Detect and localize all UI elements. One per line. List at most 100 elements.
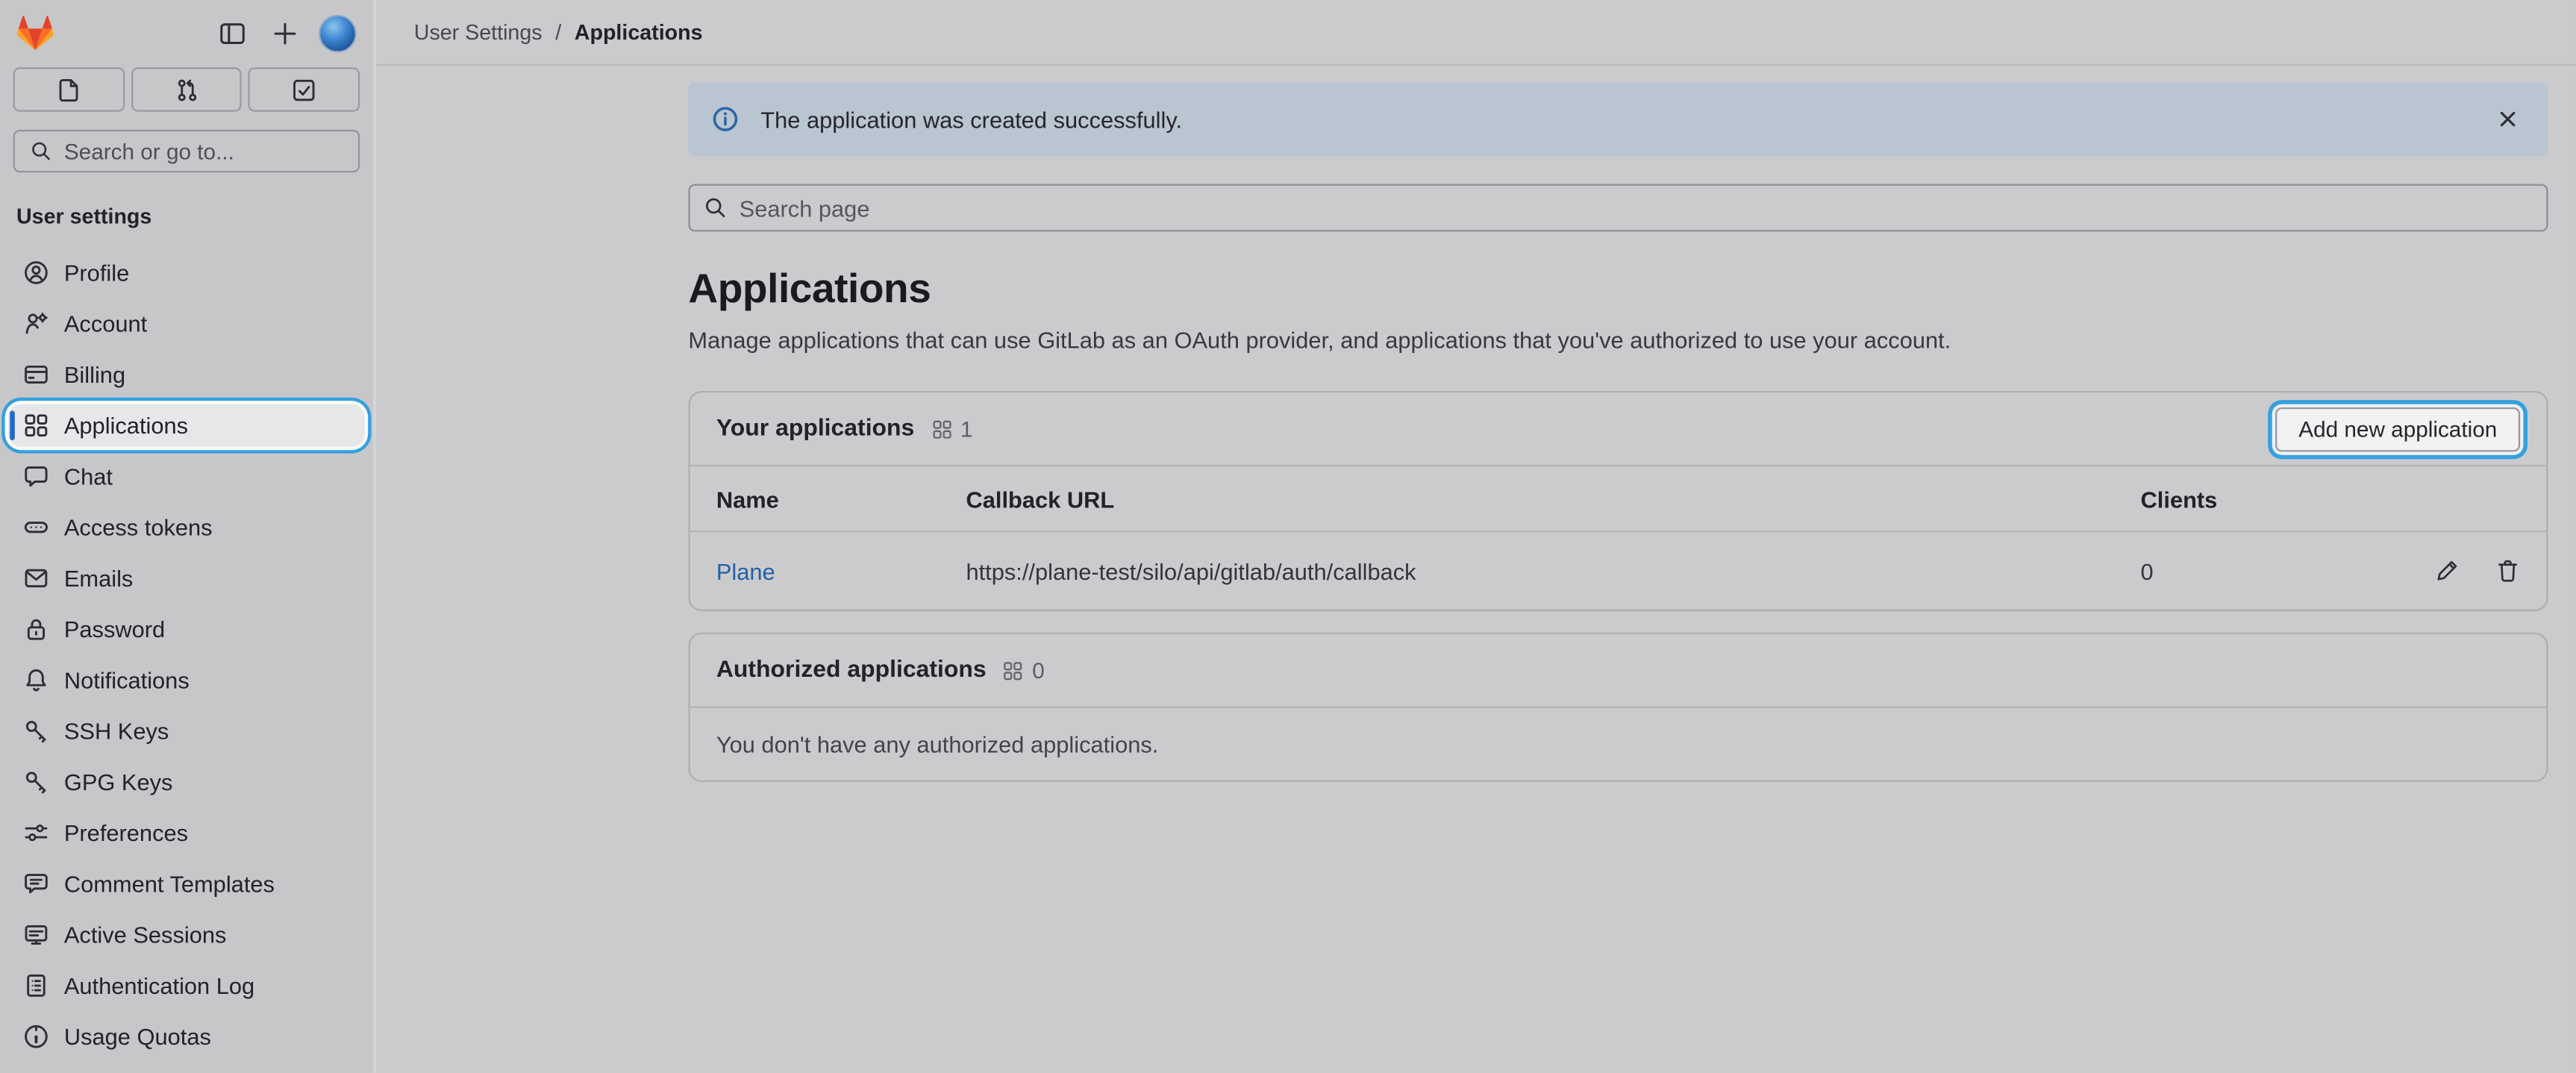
sidebar-item-applications[interactable]: Applications xyxy=(8,404,365,447)
sidebar-item-ssh-keys[interactable]: SSH Keys xyxy=(8,710,365,752)
authorized-applications-count-group: 0 xyxy=(1003,658,1045,683)
authorized-applications-empty-message: You don't have any authorized applicatio… xyxy=(690,707,2547,780)
sidebar-item-emails[interactable]: Emails xyxy=(8,557,365,599)
sidebar-item-preferences[interactable]: Preferences xyxy=(8,812,365,854)
access-tokens-icon xyxy=(23,514,49,540)
sidebar: Search or go to... User settings Profile… xyxy=(0,0,376,1073)
close-icon xyxy=(2495,107,2520,131)
todo-list-shortcut-button[interactable] xyxy=(248,67,360,111)
sidebar-item-active-sessions[interactable]: Active Sessions xyxy=(8,913,365,956)
usage-quotas-gauge-icon xyxy=(23,1024,49,1050)
sidebar-item-billing[interactable]: Billing xyxy=(8,353,365,395)
sidebar-item-label: Preferences xyxy=(64,820,188,846)
sidebar-nav: Profile Account Billing Applications Cha… xyxy=(0,251,373,1058)
sidebar-item-label: Access tokens xyxy=(64,514,213,540)
alert-dismiss-button[interactable] xyxy=(2489,100,2527,138)
sidebar-item-label: Usage Quotas xyxy=(64,1024,211,1050)
authorized-applications-count: 0 xyxy=(1032,658,1045,683)
trash-icon xyxy=(2495,559,2520,584)
todo-check-icon xyxy=(291,76,317,102)
your-applications-card: Your applications 1 Add new application … xyxy=(688,391,2548,611)
emails-icon xyxy=(23,565,49,591)
gitlab-logo[interactable] xyxy=(16,15,54,51)
password-lock-icon xyxy=(23,616,49,642)
sidebar-item-profile[interactable]: Profile xyxy=(8,251,365,294)
sidebar-item-label: Account xyxy=(64,310,147,337)
sidebar-item-label: Profile xyxy=(64,260,129,286)
sidebar-item-account[interactable]: Account xyxy=(8,302,365,345)
application-callback-url: https://plane-test/silo/api/gitlab/auth/… xyxy=(966,557,2140,584)
applications-grid-icon xyxy=(931,418,952,439)
sidebar-item-password[interactable]: Password xyxy=(8,608,365,651)
information-icon xyxy=(711,105,739,133)
your-applications-count-group: 1 xyxy=(931,416,972,441)
sidebar-item-label: Emails xyxy=(64,565,133,591)
sidebar-item-notifications[interactable]: Notifications xyxy=(8,659,365,701)
authorized-applications-card: Authorized applications 0 You don't have… xyxy=(688,633,2548,782)
sidebar-item-label: SSH Keys xyxy=(64,718,169,744)
global-search-button[interactable]: Search or go to... xyxy=(13,130,360,172)
global-search-label: Search or go to... xyxy=(64,139,234,163)
sidebar-topbar xyxy=(0,0,373,52)
applications-icon xyxy=(23,413,49,439)
column-name: Name xyxy=(716,486,966,512)
column-callback-url: Callback URL xyxy=(966,486,2140,512)
edit-application-button[interactable] xyxy=(2435,559,2460,584)
your-applications-count: 1 xyxy=(960,416,973,441)
application-clients-count: 0 xyxy=(2141,557,2371,584)
preferences-sliders-icon xyxy=(23,820,49,846)
success-alert: The application was created successfully… xyxy=(688,82,2548,156)
sidebar-toggle-button[interactable] xyxy=(212,13,251,53)
sidebar-item-label: GPG Keys xyxy=(64,769,173,795)
issues-icon xyxy=(55,76,81,102)
sidebar-item-chat[interactable]: Chat xyxy=(8,455,365,498)
billing-icon xyxy=(23,361,49,387)
comment-templates-icon xyxy=(23,871,49,897)
sidebar-heading: User settings xyxy=(16,204,357,228)
main-content: User Settings / Applications The applica… xyxy=(376,0,2576,1073)
chat-icon xyxy=(23,463,49,489)
sidebar-item-label: Notifications xyxy=(64,667,190,693)
active-sessions-monitor-icon xyxy=(23,922,49,948)
authentication-log-icon xyxy=(23,972,49,998)
breadcrumb: User Settings / Applications xyxy=(376,0,2576,66)
sidebar-item-usage-quotas[interactable]: Usage Quotas xyxy=(8,1016,365,1058)
plus-icon xyxy=(270,19,298,46)
page-title: Applications xyxy=(688,266,2548,314)
create-new-button[interactable] xyxy=(264,13,304,53)
page-search-input[interactable] xyxy=(688,184,2548,232)
sidebar-item-authentication-log[interactable]: Authentication Log xyxy=(8,964,365,1007)
page-body: The application was created successfully… xyxy=(688,82,2548,782)
your-applications-title: Your applications xyxy=(716,416,914,442)
alert-message: The application was created successfully… xyxy=(760,106,1182,132)
delete-application-button[interactable] xyxy=(2495,559,2520,584)
key-icon xyxy=(23,718,49,744)
authorized-applications-title: Authorized applications xyxy=(716,657,987,683)
issues-shortcut-button[interactable] xyxy=(13,67,125,111)
user-avatar[interactable] xyxy=(319,14,357,52)
sidebar-item-label: Applications xyxy=(64,413,188,439)
search-icon xyxy=(30,140,53,163)
page-search xyxy=(688,184,2548,232)
applications-grid-icon xyxy=(1003,660,1025,681)
sidebar-toggle-icon xyxy=(218,19,246,46)
breadcrumb-separator: / xyxy=(555,19,561,44)
profile-icon xyxy=(23,260,49,286)
sidebar-item-access-tokens[interactable]: Access tokens xyxy=(8,506,365,548)
notifications-bell-icon xyxy=(23,667,49,693)
add-new-application-button[interactable]: Add new application xyxy=(2275,407,2520,451)
sidebar-item-comment-templates[interactable]: Comment Templates xyxy=(8,863,365,905)
page-description: Manage applications that can use GitLab … xyxy=(688,327,2548,353)
sidebar-item-label: Authentication Log xyxy=(64,972,254,998)
merge-requests-shortcut-button[interactable] xyxy=(131,67,242,111)
application-actions xyxy=(2371,559,2520,584)
sidebar-item-label: Comment Templates xyxy=(64,871,275,897)
application-name-link[interactable]: Plane xyxy=(716,557,966,584)
merge-request-icon xyxy=(173,76,199,102)
sidebar-item-label: Chat xyxy=(64,463,113,489)
application-row: Plane https://plane-test/silo/api/gitlab… xyxy=(690,531,2547,610)
pencil-icon xyxy=(2435,559,2460,584)
breadcrumb-user-settings-link[interactable]: User Settings xyxy=(414,19,543,44)
sidebar-item-gpg-keys[interactable]: GPG Keys xyxy=(8,760,365,803)
column-clients: Clients xyxy=(2141,486,2371,512)
